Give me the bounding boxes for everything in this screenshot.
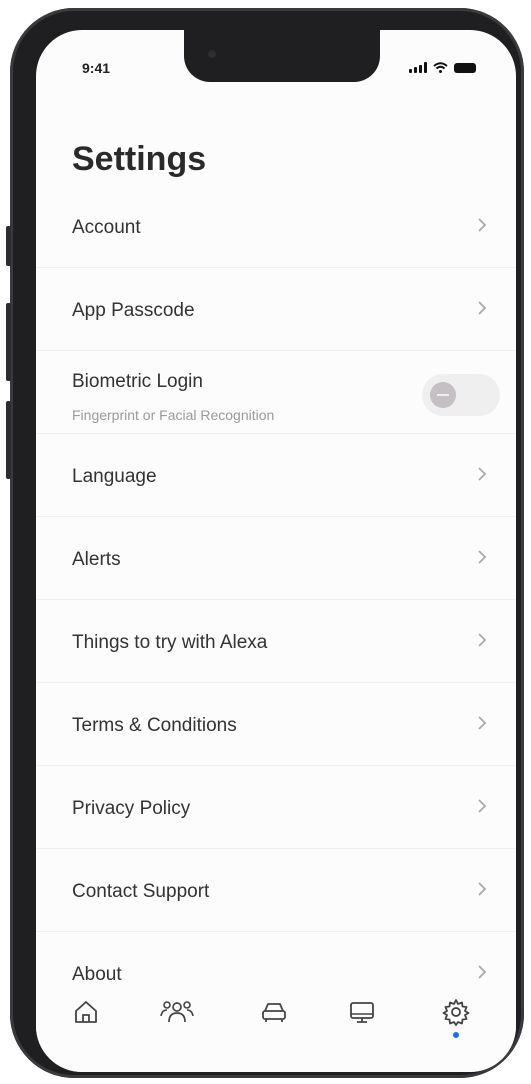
settings-item-terms[interactable]: Terms & Conditions (36, 683, 516, 766)
camera-dot (208, 50, 216, 58)
settings-item-label: Language (72, 466, 157, 487)
chevron-right-icon (478, 716, 487, 730)
settings-item-label: Privacy Policy (72, 798, 191, 819)
bottom-nav (36, 980, 516, 1072)
status-time: 9:41 (82, 60, 111, 76)
settings-list: Account App Passcode Biometric Login Fin… (36, 185, 516, 1015)
gear-icon (442, 999, 470, 1026)
settings-item-label: Contact Support (72, 881, 210, 902)
settings-item-contact-support[interactable]: Contact Support (36, 849, 516, 932)
nav-home[interactable] (66, 992, 106, 1032)
chevron-right-icon (478, 965, 487, 979)
settings-item-label: App Passcode (72, 300, 195, 321)
settings-item-label: Biometric Login (72, 371, 203, 392)
settings-item-label: Terms & Conditions (72, 715, 237, 736)
settings-item-alexa[interactable]: Things to try with Alexa (36, 600, 516, 683)
mute-switch (6, 226, 11, 266)
settings-item-language[interactable]: Language (36, 434, 516, 517)
volume-down-button (6, 401, 11, 479)
settings-item-label: Account (72, 217, 141, 238)
volume-up-button (6, 303, 11, 381)
notch (184, 30, 380, 82)
chevron-right-icon (478, 218, 487, 232)
people-icon (160, 1001, 194, 1023)
signal-icon (409, 62, 427, 73)
chevron-right-icon (478, 633, 487, 647)
settings-item-alerts[interactable]: Alerts (36, 517, 516, 600)
page-title: Settings (72, 140, 207, 178)
chevron-right-icon (478, 882, 487, 896)
chevron-right-icon (478, 301, 487, 315)
wifi-icon (433, 62, 448, 73)
biometric-toggle[interactable] (422, 374, 500, 416)
phone-frame: 9:41 Settings Account App Passcode Biome… (6, 8, 524, 1078)
battery-icon (454, 63, 476, 73)
screen: 9:41 Settings Account App Passcode Biome… (36, 30, 516, 1072)
settings-item-app-passcode[interactable]: App Passcode (36, 268, 516, 351)
chevron-right-icon (478, 550, 487, 564)
monitor-icon (350, 1002, 374, 1023)
settings-item-sublabel: Fingerprint or Facial Recognition (72, 407, 275, 423)
settings-item-label: Things to try with Alexa (72, 632, 268, 653)
toggle-knob (430, 382, 456, 408)
nav-settings[interactable] (436, 992, 476, 1038)
home-icon (75, 1001, 97, 1023)
chevron-right-icon (478, 799, 487, 813)
chevron-right-icon (478, 467, 487, 481)
settings-item-privacy[interactable]: Privacy Policy (36, 766, 516, 849)
settings-item-account[interactable]: Account (36, 185, 516, 268)
settings-item-biometric-login: Biometric Login Fingerprint or Facial Re… (36, 351, 516, 434)
active-indicator-dot (453, 1032, 459, 1038)
nav-devices[interactable] (342, 992, 382, 1032)
nav-vehicle[interactable] (254, 992, 294, 1032)
status-icons (409, 62, 476, 73)
settings-item-label: Alerts (72, 549, 121, 570)
car-icon (262, 1003, 286, 1022)
nav-people[interactable] (157, 992, 197, 1032)
